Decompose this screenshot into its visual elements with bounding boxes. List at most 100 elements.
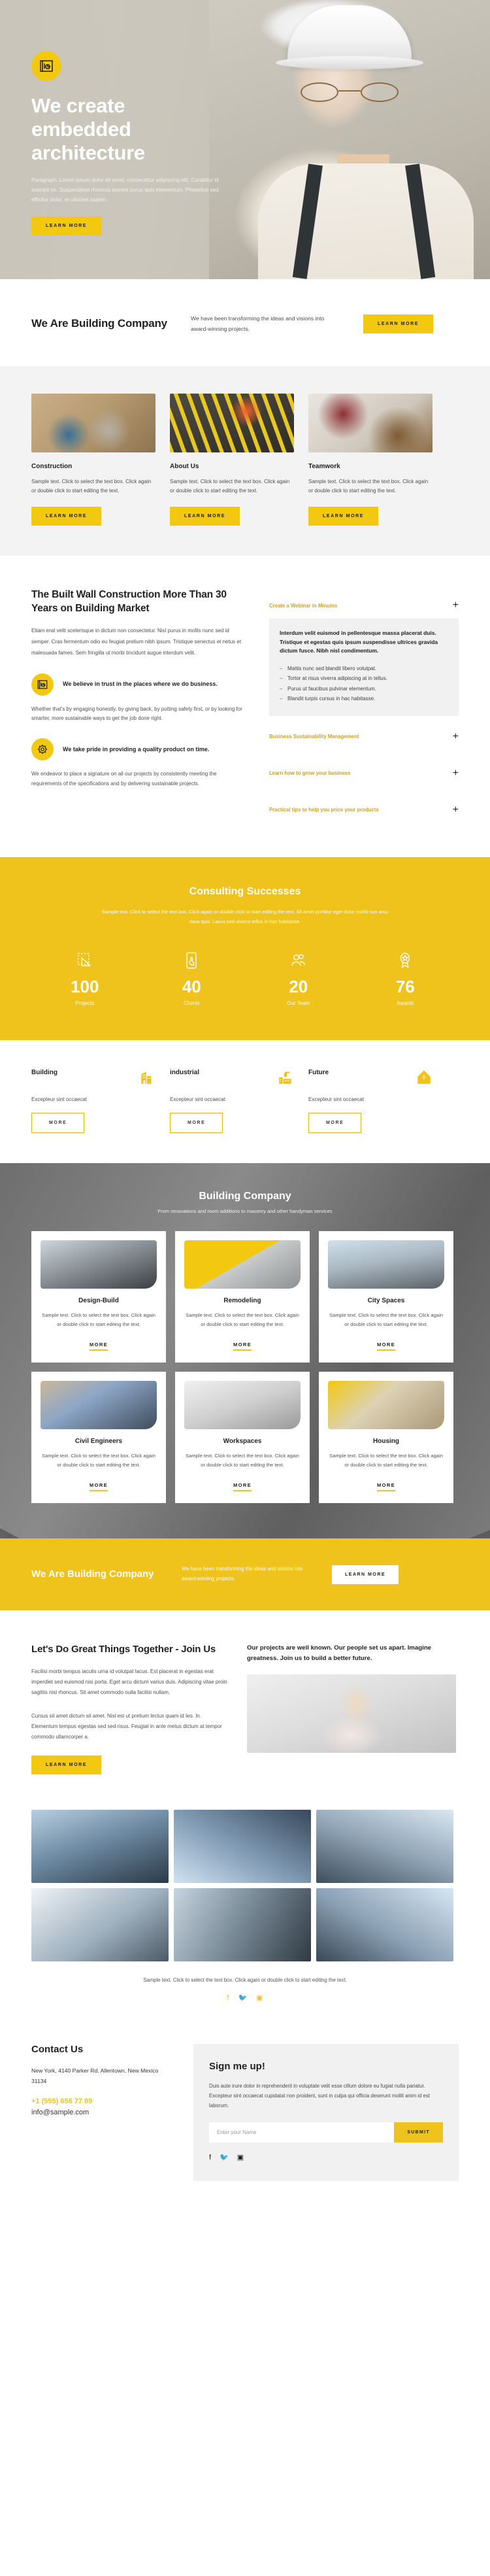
twitter-icon[interactable]: 🐦 [238, 1994, 247, 2002]
portfolio-card-title: Remodeling [223, 1297, 261, 1305]
mobile-touch-icon [139, 949, 246, 972]
contact-title: Contact Us [31, 2043, 84, 2055]
counter-item: 20 Our Team [245, 949, 352, 1006]
strip-more-button[interactable]: MORE [31, 1113, 85, 1134]
twitter-icon[interactable]: 🐦 [220, 2154, 229, 2161]
feature-point: We take pride in providing a quality pro… [31, 738, 247, 761]
portfolio-card-text: Sample text. Click to select the text bo… [42, 1312, 155, 1328]
accordion-panel-bold: Interdum velit euismod in pellentesque m… [280, 630, 438, 654]
footer-social-links: f 🐦 ▣ [209, 2154, 443, 2161]
award-icon [352, 949, 459, 972]
counter-label: Awards [396, 1000, 414, 1007]
portfolio-more-link[interactable]: MORE [233, 1342, 252, 1351]
accordion-item-open[interactable]: Create a Webinar in Minutes + [269, 592, 459, 619]
counters-section: Consulting Successes Sample text. Click … [0, 856, 490, 1041]
name-input[interactable] [209, 2122, 395, 2143]
card-learn-more-button[interactable]: LEARN MORE [31, 507, 102, 526]
instagram-icon[interactable]: ▣ [237, 2154, 244, 2161]
design-icon [31, 949, 139, 972]
yellow-cta-button[interactable]: LEARN MORE [332, 1565, 399, 1584]
gallery-caption-block: Sample text. Click to select the text bo… [0, 1961, 490, 2008]
portfolio-more-link[interactable]: MORE [377, 1342, 395, 1351]
contact-email[interactable]: info@sample.com [31, 2107, 175, 2118]
yellow-cta-title: We Are Building Company [31, 1568, 154, 1580]
portfolio-card[interactable]: City Spaces Sample text. Click to select… [319, 1231, 453, 1363]
portfolio-card-title: Workspaces [223, 1438, 262, 1446]
gallery-image[interactable] [31, 1888, 169, 1962]
accordion-label: Create a Webinar in Minutes [269, 602, 338, 609]
intro-learn-more-button[interactable]: LEARN MORE [363, 314, 434, 333]
accordion-item[interactable]: Business Sustainability Management + [269, 719, 459, 755]
gallery-image[interactable] [174, 1888, 311, 1962]
instagram-icon[interactable]: ▣ [256, 1994, 263, 2002]
facebook-icon[interactable]: f [209, 2154, 211, 2161]
portfolio-more-link[interactable]: MORE [233, 1482, 252, 1492]
counter-label: Clients [184, 1000, 200, 1007]
service-card[interactable]: About Us Sample text. Click to select th… [170, 393, 294, 526]
portfolio-card-title: Design-Build [78, 1297, 119, 1305]
signup-form: SUBMIT [209, 2122, 443, 2143]
great-body: Facilisi morbi tempus iaculis urna id vo… [31, 1669, 227, 1696]
strip-title: Future [308, 1069, 329, 1077]
intro-section: We Are Building Company We have been tra… [0, 279, 490, 366]
feature-point-body: Whether that's by engaging honestly, by … [31, 705, 242, 722]
portfolio-card[interactable]: Civil Engineers Sample text. Click to se… [31, 1372, 166, 1504]
plus-icon: + [452, 767, 459, 779]
list-item: Tortor at risus viverra adipiscing at in… [280, 673, 448, 684]
service-cards-section: Construction Sample text. Click to selec… [0, 365, 490, 556]
counter-number: 76 [395, 977, 415, 997]
feature-title: The Built Wall Construction More Than 30… [31, 589, 227, 614]
portfolio-card[interactable]: Housing Sample text. Click to select the… [319, 1372, 453, 1504]
contact-phone[interactable]: +1 (555) 656 77 89 [31, 2096, 175, 2107]
portfolio-section: Building Company From renovations and ro… [0, 1163, 490, 1539]
card-text: Sample text. Click to select the text bo… [170, 478, 290, 494]
submit-button[interactable]: SUBMIT [394, 2122, 443, 2143]
portfolio-subtitle: From renovations and room additions to m… [157, 1208, 333, 1215]
portfolio-more-link[interactable]: MORE [377, 1482, 395, 1492]
people-icon [245, 949, 352, 972]
feature-point-heading: We take pride in providing a quality pro… [63, 745, 210, 753]
portfolio-more-link[interactable]: MORE [90, 1342, 108, 1351]
service-strip-section: Building Excepteur sint occaecat MORE in… [0, 1040, 490, 1164]
portfolio-image [41, 1381, 157, 1430]
service-card[interactable]: Construction Sample text. Click to selec… [31, 393, 155, 526]
portfolio-image [184, 1381, 301, 1430]
feature-point-heading: We believe in trust in the places where … [63, 681, 218, 688]
portfolio-card[interactable]: Workspaces Sample text. Click to select … [175, 1372, 310, 1504]
portfolio-image [328, 1381, 444, 1430]
portfolio-card[interactable]: Remodeling Sample text. Click to select … [175, 1231, 310, 1363]
portfolio-card[interactable]: Design-Build Sample text. Click to selec… [31, 1231, 166, 1363]
portfolio-card-text: Sample text. Click to select the text bo… [329, 1453, 443, 1468]
strip-item: industrial Excepteur sint occaecat MORE [170, 1069, 294, 1134]
intro-title: We Are Building Company [31, 317, 167, 330]
facebook-icon[interactable]: f [227, 1994, 229, 2002]
strip-title: industrial [170, 1069, 200, 1077]
counter-item: 40 Clients [139, 949, 246, 1006]
strip-more-button[interactable]: MORE [308, 1113, 362, 1134]
counter-number: 20 [289, 977, 308, 997]
great-title: Let's Do Great Things Together - Join Us [31, 1643, 216, 1655]
service-card[interactable]: Teamwork Sample text. Click to select th… [308, 393, 433, 526]
portfolio-card-title: City Spaces [367, 1297, 405, 1305]
gallery-image[interactable] [31, 1810, 169, 1884]
portfolio-card-text: Sample text. Click to select the text bo… [42, 1453, 155, 1468]
counters-subtitle: Sample text. Click to select the text bo… [102, 908, 388, 925]
strip-more-button[interactable]: MORE [170, 1113, 223, 1134]
gallery-section [0, 1801, 490, 1962]
card-learn-more-button[interactable]: LEARN MORE [308, 507, 379, 526]
hero-learn-more-button[interactable]: LEARN MORE [31, 216, 102, 236]
strip-text: Excepteur sint occaecat [31, 1096, 87, 1103]
gallery-image[interactable] [316, 1810, 453, 1884]
accordion-item[interactable]: Practical tips to help you price your pr… [269, 792, 459, 828]
great-learn-more-button[interactable]: LEARN MORE [31, 1755, 102, 1775]
gallery-image[interactable] [316, 1888, 453, 1962]
accordion-item[interactable]: Learn how to grow your business + [269, 755, 459, 792]
plus-icon: + [452, 730, 459, 742]
portfolio-more-link[interactable]: MORE [90, 1482, 108, 1492]
gallery-image[interactable] [174, 1810, 311, 1884]
card-text: Sample text. Click to select the text bo… [308, 478, 429, 494]
accordion-label: Business Sustainability Management [269, 734, 359, 740]
portfolio-card-title: Housing [373, 1438, 399, 1446]
card-learn-more-button[interactable]: LEARN MORE [170, 507, 240, 526]
strip-text: Excepteur sint occaecat [170, 1096, 225, 1103]
